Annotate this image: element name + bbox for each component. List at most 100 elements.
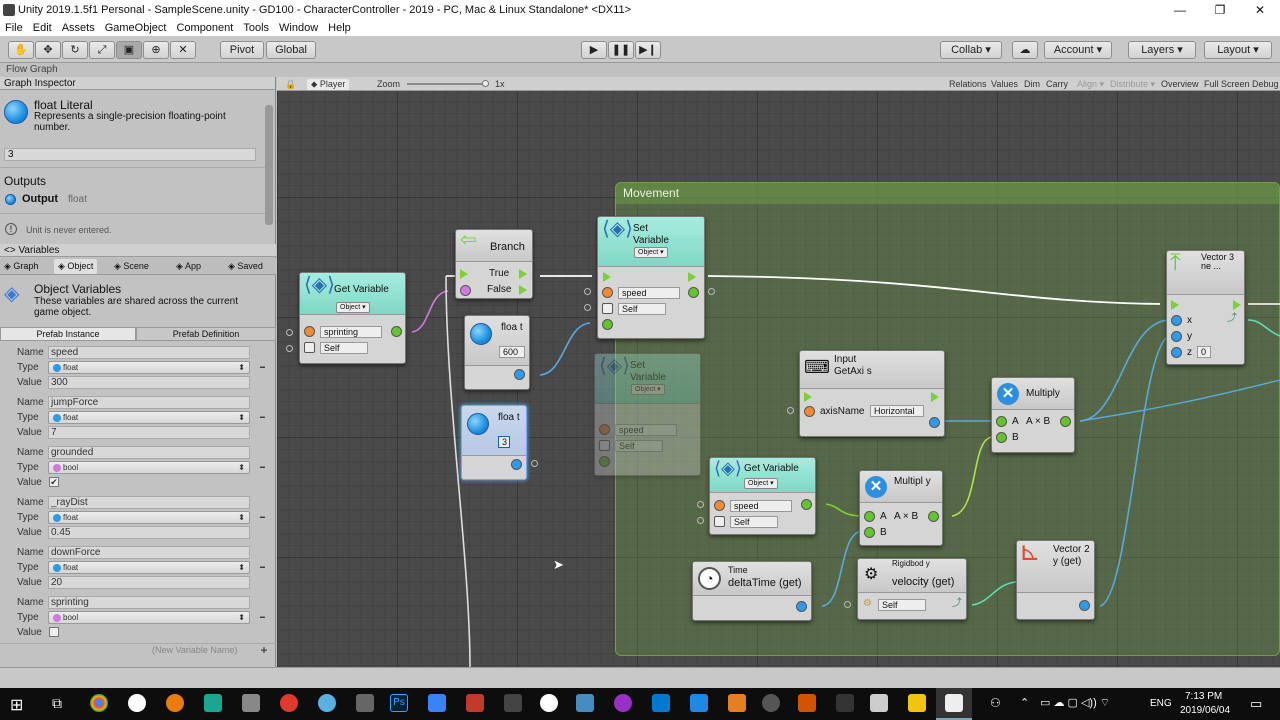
port-result[interactable] (929, 417, 940, 428)
app-icon[interactable] (728, 694, 746, 712)
app-icon[interactable] (504, 694, 522, 712)
float-literal-600-node[interactable]: floa t 600 (464, 315, 530, 390)
app-icon[interactable] (356, 694, 374, 712)
variable-name-field[interactable]: jumpForce (48, 396, 250, 409)
float-literal-3-node[interactable]: floa t 3 (461, 405, 527, 480)
play-icon[interactable]: ▶ (581, 41, 607, 59)
menu-window[interactable]: Window (274, 20, 323, 36)
lock-icon[interactable]: 🔒 (285, 79, 296, 90)
port-name[interactable] (714, 500, 725, 511)
notification-icon[interactable]: ▭ (1250, 696, 1262, 712)
maximize-icon[interactable]: ❐ (1200, 0, 1240, 20)
port-output[interactable] (1079, 600, 1090, 611)
windows-start-icon[interactable]: ⊞ (10, 695, 23, 715)
sticky-notes-icon[interactable] (908, 694, 926, 712)
godot-icon[interactable] (576, 694, 594, 712)
branch-node[interactable]: ⇦ Branch True False (455, 229, 533, 299)
photoshop-icon[interactable]: Ps (390, 694, 408, 712)
variable-value-checkbox[interactable] (49, 627, 59, 637)
variable-type-dropdown[interactable]: bool ⬍ (48, 461, 250, 474)
port-false-out[interactable] (519, 285, 527, 295)
variable-name-field[interactable]: speed (618, 287, 680, 299)
tray-icons[interactable]: ▭ ☁ ▢ ◁)) ⌔ (1040, 696, 1110, 710)
port-output[interactable] (514, 369, 525, 380)
app-icon[interactable] (762, 694, 780, 712)
add-variable-button[interactable]: + (254, 643, 274, 657)
port-flow-out[interactable] (931, 392, 939, 402)
tab-object[interactable]: ◈ Object (54, 259, 98, 274)
account-button[interactable]: Account ▾ (1044, 41, 1112, 59)
zoom-slider[interactable] (407, 83, 489, 85)
variable-value-checkbox[interactable]: ✔ (49, 477, 59, 487)
port-output[interactable] (796, 601, 807, 612)
task-view-icon[interactable]: ⧉ (52, 695, 62, 712)
multiply-node-1[interactable]: ✕ Multiply A A × B B (991, 377, 1075, 453)
variable-name-field[interactable]: speed (730, 500, 792, 512)
unreal-icon[interactable] (540, 694, 558, 712)
port-true-out[interactable] (519, 269, 527, 279)
time-deltatime-node[interactable]: ◔ Time deltaTime (get) (692, 561, 812, 621)
literal-value-field[interactable]: 3 (4, 148, 256, 161)
port-result[interactable] (1060, 416, 1071, 427)
port-target[interactable] (602, 303, 613, 314)
scope-dropdown[interactable]: Object ▾ (634, 247, 668, 258)
variable-type-dropdown[interactable]: float ⬍ (48, 511, 250, 524)
tab-app[interactable]: ◈ App (176, 261, 201, 272)
menu-tools[interactable]: Tools (238, 20, 274, 36)
layers-button[interactable]: Layers ▾ (1128, 41, 1196, 59)
input-getaxis-node[interactable]: ⌨ Input GetAxi s axisName Horizontal (799, 350, 945, 437)
tab-prefab-instance[interactable]: Prefab Instance (0, 327, 136, 341)
port-value-out[interactable] (391, 326, 402, 337)
menu-component[interactable]: Component (171, 20, 238, 36)
port-name[interactable] (304, 326, 315, 337)
port-value-out[interactable] (801, 499, 812, 510)
port-z[interactable] (1171, 347, 1182, 358)
tray-chevron-icon[interactable]: ⌃ (1020, 696, 1029, 709)
port-a[interactable] (864, 511, 875, 522)
minimize-icon[interactable]: — (1160, 0, 1200, 20)
app-icon[interactable] (318, 694, 336, 712)
target-field[interactable]: Self (618, 303, 666, 315)
variable-name-field[interactable]: downForce (48, 546, 250, 559)
app-icon[interactable] (466, 694, 484, 712)
tab-flow-graph[interactable]: Flow Graph (6, 64, 58, 75)
port-value-in[interactable] (602, 319, 613, 330)
remove-variable-button[interactable]: ━ (260, 463, 265, 472)
menu-edit[interactable]: Edit (28, 20, 57, 36)
app-icon[interactable] (690, 694, 708, 712)
port-name[interactable] (602, 287, 613, 298)
port-flow-out[interactable] (688, 272, 696, 282)
tab-saved[interactable]: ◈ Saved (228, 261, 263, 272)
port-b[interactable] (996, 432, 1007, 443)
variable-name-field[interactable]: _rayDist (48, 496, 250, 509)
target-field[interactable]: Self (615, 440, 663, 452)
port-target[interactable] (714, 516, 725, 527)
port-flow-out[interactable] (1233, 300, 1241, 310)
overview-button[interactable]: Overview (1161, 79, 1199, 89)
remove-variable-button[interactable]: ━ (260, 563, 265, 572)
get-variable-speed-node[interactable]: ⟨◈⟩ Get Variable Object ▾ speed Self (709, 457, 816, 535)
chrome-icon[interactable] (90, 694, 108, 712)
app-icon[interactable] (428, 694, 446, 712)
blender-icon[interactable] (166, 694, 184, 712)
distribute-button[interactable]: Distribute ▾ (1110, 79, 1155, 90)
vector-output-icon[interactable]: ⤴ (952, 598, 962, 610)
align-button[interactable]: Align ▾ (1077, 79, 1104, 90)
axisname-field[interactable]: Horizontal (870, 405, 924, 417)
port-output[interactable] (511, 459, 522, 470)
app-3d-icon[interactable] (204, 694, 222, 712)
cloud-icon[interactable]: ☁ (1012, 41, 1038, 59)
app-icon[interactable] (870, 694, 888, 712)
vector3-node[interactable]: ⤒ Vector 3 ne ... x ⤴ y z 0 (1166, 250, 1245, 365)
rigidbody-velocity-node[interactable]: ⚙ Rigidbod y velocity (get) ⚙ Self ⤴ (857, 558, 967, 620)
target-field[interactable]: Self (878, 599, 926, 611)
tab-prefab-definition[interactable]: Prefab Definition (136, 327, 276, 341)
port-flow-in[interactable] (804, 392, 812, 402)
movement-group-title[interactable]: Movement (615, 182, 1280, 204)
port-b[interactable] (864, 527, 875, 538)
clock-date[interactable]: 2019/06/04 (1180, 705, 1230, 716)
port-result[interactable] (928, 511, 939, 522)
variable-name-field[interactable]: speed (615, 424, 677, 436)
remove-variable-button[interactable]: ━ (260, 363, 265, 372)
variable-value-field[interactable]: 20 (48, 576, 250, 589)
